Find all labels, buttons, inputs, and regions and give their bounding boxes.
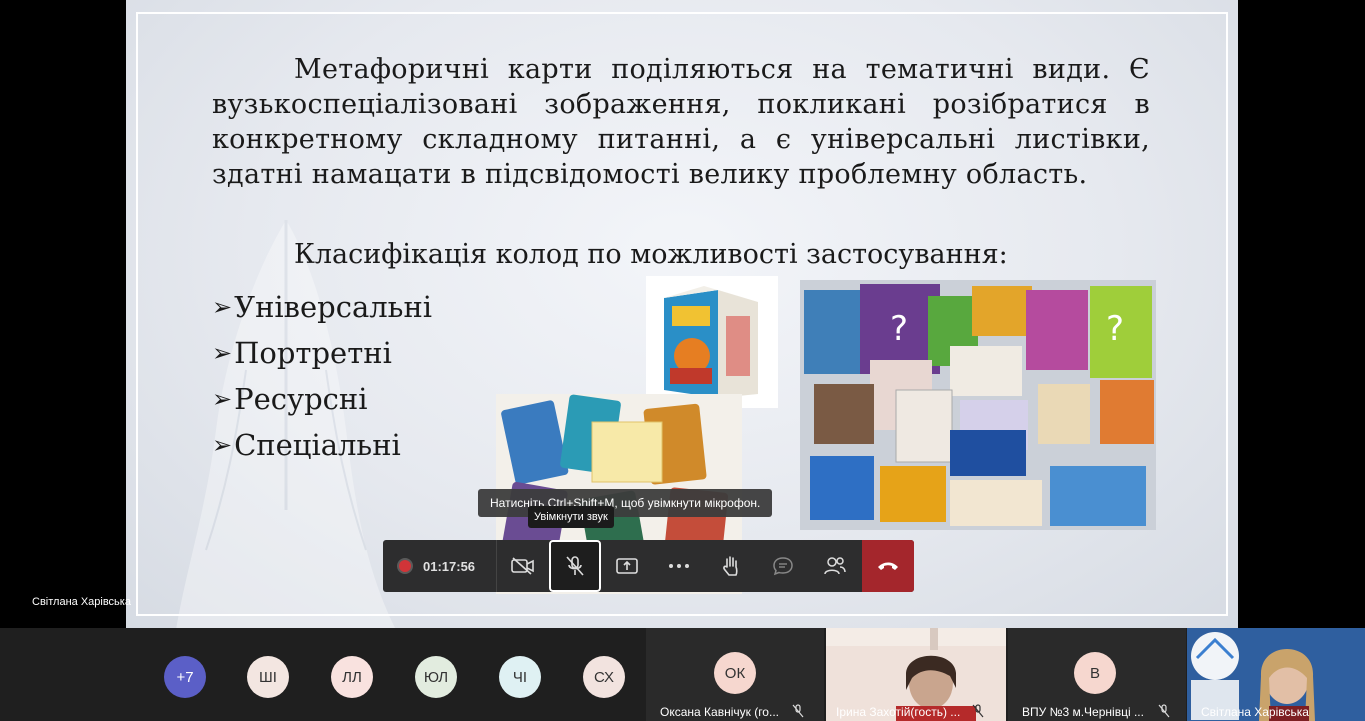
arrow-bullet-icon: ➢ <box>212 385 233 413</box>
participant-tile[interactable]: ОК Оксана Кавнічук (го... <box>646 628 824 721</box>
bullet-label: Універсальні <box>234 290 433 324</box>
meeting-stage: Метафоричні карти поділяються на тематич… <box>0 0 1365 721</box>
recording-indicator: 01:17:56 <box>383 540 497 592</box>
camera-button[interactable] <box>497 540 549 592</box>
more-actions-button[interactable] <box>653 540 705 592</box>
camera-off-icon <box>511 557 534 575</box>
bullet-item: ➢ Спеціальні <box>212 422 432 468</box>
slide-heading: Класифікація колод по можливості застосу… <box>294 239 1008 270</box>
hand-icon <box>723 556 738 576</box>
mic-off-icon <box>566 556 584 576</box>
mic-muted-icon <box>972 704 984 718</box>
presenter-name-label: Світлана Харівська <box>32 596 131 608</box>
meeting-timer: 01:17:56 <box>423 558 476 574</box>
mic-muted-icon <box>1158 704 1170 718</box>
more-dots-icon <box>669 564 689 568</box>
avatar[interactable]: ЛЛ <box>331 656 373 698</box>
self-video-tile[interactable]: Світлана Харівська <box>1187 628 1365 721</box>
mic-button[interactable] <box>549 540 601 592</box>
raise-hand-button[interactable] <box>705 540 757 592</box>
people-icon <box>824 557 846 575</box>
bullet-item: ➢ Універсальні <box>212 284 432 330</box>
svg-text:?: ? <box>890 309 908 349</box>
slide-paragraph: Метафоричні карти поділяються на тематич… <box>212 52 1150 192</box>
avatar[interactable]: ШІ <box>247 656 289 698</box>
hang-up-icon <box>878 562 898 570</box>
avatar: В <box>1074 652 1116 694</box>
participant-name: ВПУ №3 м.Чернівці ... <box>1022 705 1144 719</box>
avatar[interactable]: ЧІ <box>499 656 541 698</box>
bullet-label: Спеціальні <box>234 428 401 462</box>
avatar: ОК <box>714 652 756 694</box>
arrow-bullet-icon: ➢ <box>212 431 233 459</box>
bullet-label: Ресурсні <box>234 382 368 416</box>
bullet-item: ➢ Портретні <box>212 330 432 376</box>
meeting-control-bar: 01:17:56 <box>383 540 914 592</box>
record-dot-icon <box>399 560 411 572</box>
bullet-label: Портретні <box>234 336 392 370</box>
chat-bubble-icon <box>773 557 793 576</box>
leave-call-button[interactable] <box>862 540 914 592</box>
card-deck-box-image <box>646 276 778 408</box>
participant-video-tile[interactable]: Ірина Захотій(гость) ... <box>826 628 1006 721</box>
bullet-item: ➢ Ресурсні <box>212 376 432 422</box>
participant-name: Ірина Захотій(гость) ... <box>836 705 961 719</box>
participant-name: Світлана Харівська <box>1201 705 1309 719</box>
avatar[interactable]: ЮЛ <box>415 656 457 698</box>
participant-tile[interactable]: В ВПУ №3 м.Чернівці ... <box>1008 628 1186 721</box>
share-tray-icon <box>616 558 638 574</box>
shared-slide: Метафоричні карти поділяються на тематич… <box>126 0 1238 628</box>
mic-muted-icon <box>792 704 804 718</box>
participant-name: Оксана Кавнічук (го... <box>660 705 779 719</box>
bullet-list: ➢ Універсальні ➢ Портретні ➢ Ресурсні ➢ Спец… <box>212 284 432 468</box>
slide-paragraph-text: Метафоричні карти поділяються на тематич… <box>212 54 1150 190</box>
card-collection-image: ? ? <box>800 280 1156 530</box>
share-screen-button[interactable] <box>601 540 653 592</box>
chat-button[interactable] <box>757 540 809 592</box>
arrow-bullet-icon: ➢ <box>212 293 233 321</box>
avatar[interactable]: СХ <box>583 656 625 698</box>
svg-text:?: ? <box>1106 309 1124 349</box>
arrow-bullet-icon: ➢ <box>212 339 233 367</box>
unmute-tooltip: Увімкнути звук <box>528 506 614 528</box>
participants-button[interactable] <box>809 540 861 592</box>
overflow-participants-count[interactable]: +7 <box>164 656 206 698</box>
mic-shortcut-hint: Натисніть Ctrl+Shift+M, щоб увімкнути мі… <box>478 489 773 517</box>
